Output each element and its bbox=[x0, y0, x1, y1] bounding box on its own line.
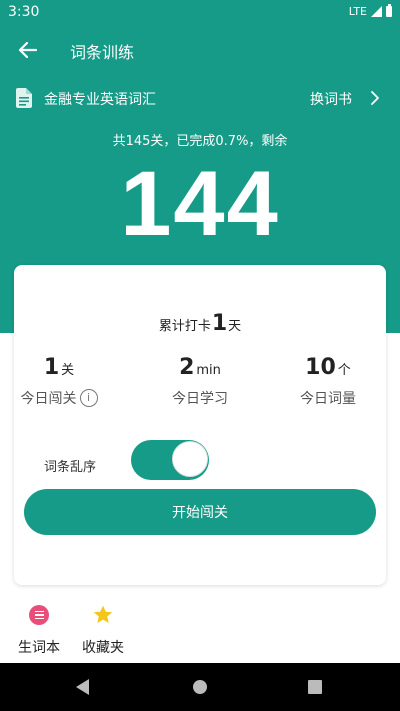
stats-card: 累计打卡1天 1关 今日闯关 i 2 min 今日学习 10 个 今日词量 词条乱序 … bbox=[14, 265, 386, 585]
tool-label: 收藏夹 bbox=[82, 640, 124, 656]
checkin-text: 累计打卡1天 bbox=[14, 311, 386, 336]
stat-unit: 关 bbox=[61, 363, 75, 378]
status-bar: 3:30 LTE bbox=[0, 0, 400, 24]
battery-icon bbox=[386, 4, 392, 17]
stat-today-words: 10 个 今日词量 bbox=[268, 355, 388, 408]
start-button[interactable]: 开始闯关 bbox=[24, 489, 376, 535]
shuffle-toggle[interactable] bbox=[131, 440, 209, 480]
app-bar: 词条训练 bbox=[0, 24, 400, 76]
toggle-knob bbox=[172, 441, 208, 477]
stat-value: 10 bbox=[305, 355, 336, 380]
network-label: LTE bbox=[348, 5, 367, 18]
book-name: 金融专业英语词汇 bbox=[44, 92, 156, 108]
stat-today-levels: 1关 今日闯关 i bbox=[0, 355, 119, 408]
stat-label: 今日学习 bbox=[172, 391, 228, 407]
stat-value: 2 bbox=[179, 355, 195, 380]
tool-label: 生词本 bbox=[18, 640, 60, 656]
checkin-suffix: 天 bbox=[228, 319, 242, 334]
info-icon[interactable]: i bbox=[79, 389, 98, 407]
checkin-days: 1 bbox=[211, 311, 228, 336]
stat-label: 今日闯关 bbox=[20, 391, 77, 407]
progress-summary: 共145关，已完成0.7%，剩余 bbox=[112, 134, 288, 149]
system-nav-bar bbox=[0, 663, 400, 711]
remaining-count: 144 bbox=[120, 153, 280, 255]
stat-today-study: 2 min 今日学习 bbox=[140, 355, 260, 408]
tool-vocab-list[interactable]: 生词本 bbox=[4, 603, 74, 657]
signal-icon bbox=[371, 6, 382, 17]
status-indicators: LTE bbox=[348, 4, 392, 18]
shuffle-label: 词条乱序 bbox=[44, 460, 97, 475]
arrow-left-icon bbox=[18, 41, 38, 59]
change-book-button[interactable]: 换词书 bbox=[310, 89, 352, 109]
checkin-prefix: 累计打卡 bbox=[158, 319, 211, 334]
stat-unit: min bbox=[196, 363, 221, 378]
stat-label: 今日词量 bbox=[300, 391, 356, 407]
document-icon bbox=[16, 88, 32, 108]
nav-home-icon[interactable] bbox=[193, 680, 207, 694]
status-time: 3:30 bbox=[8, 4, 40, 20]
back-button[interactable] bbox=[12, 34, 44, 66]
stat-unit: 个 bbox=[337, 363, 351, 378]
chevron-right-icon[interactable] bbox=[370, 89, 380, 107]
book-row: 金融专业英语词汇 换词书 bbox=[0, 80, 400, 116]
star-icon bbox=[93, 605, 113, 623]
stat-value: 1 bbox=[43, 355, 60, 380]
vocab-list-icon bbox=[29, 605, 49, 625]
nav-back-icon[interactable] bbox=[76, 679, 89, 695]
tool-favorites[interactable]: 收藏夹 bbox=[68, 603, 138, 657]
nav-recents-icon[interactable] bbox=[308, 680, 322, 694]
page-title: 词条训练 bbox=[70, 43, 135, 62]
